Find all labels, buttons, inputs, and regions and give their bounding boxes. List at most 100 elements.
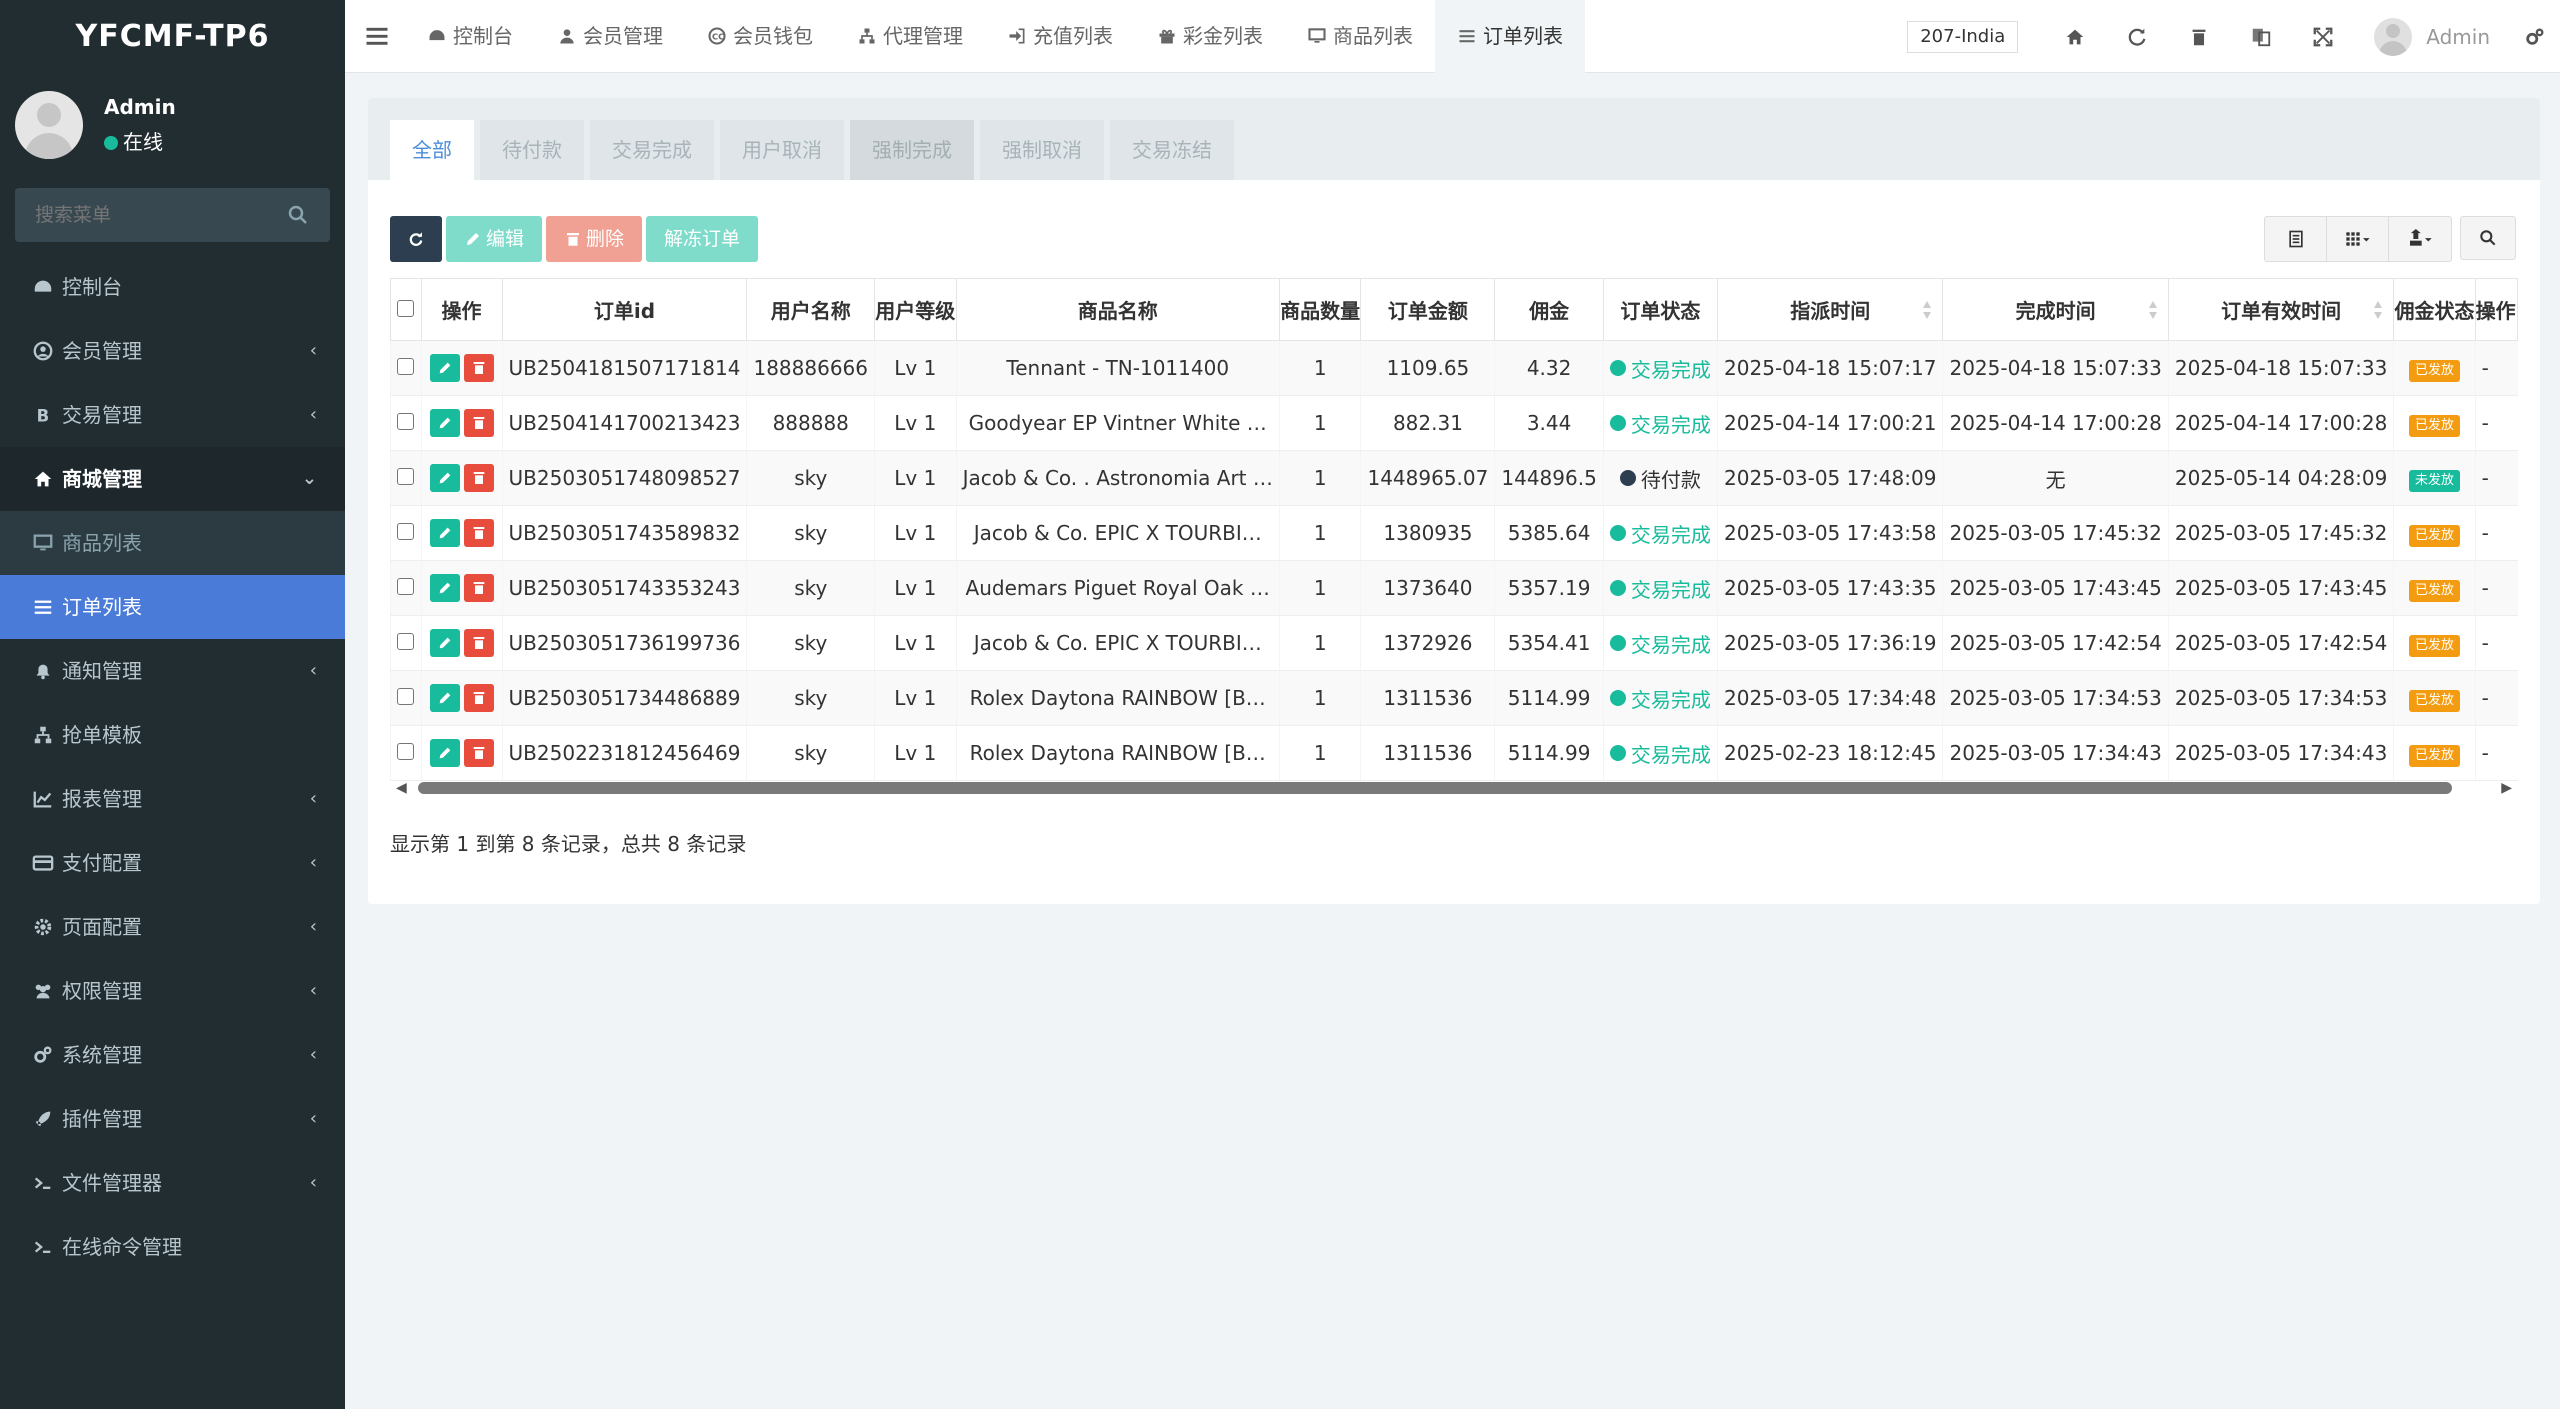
sidebar-item-13[interactable]: 插件管理‹ [0,1087,345,1151]
row-delete-button[interactable] [464,464,494,492]
sidebar-item-7[interactable]: 抢单模板 [0,703,345,767]
status-tab-5[interactable]: 强制取消 [980,120,1104,180]
export-dropdown[interactable] [2389,217,2451,261]
sidebar-search[interactable] [15,188,330,242]
row-edit-button[interactable] [430,739,460,767]
site-select[interactable]: 207-India [1907,21,2018,53]
row-edit-button[interactable] [430,574,460,602]
sidebar-item-15[interactable]: 在线命令管理 [0,1215,345,1279]
status-tab-1[interactable]: 待付款 [480,120,584,180]
table-row[interactable]: UB2504181507171814188886666Lv 1Tennant -… [391,341,2518,396]
search-icon[interactable] [286,203,310,227]
table-row[interactable]: UB2504141700213423888888Lv 1Goodyear EP … [391,396,2518,451]
status-tab-2[interactable]: 交易完成 [590,120,714,180]
nav-tab-5[interactable]: 彩金列表 [1135,0,1285,73]
edit-button[interactable]: 编辑 [446,216,542,262]
sidebar-item-5[interactable]: 订单列表 [0,575,345,639]
sidebar-item-1[interactable]: 会员管理‹ [0,319,345,383]
row-checkbox[interactable] [397,743,414,760]
row-checkbox[interactable] [397,578,414,595]
fullscreen-button[interactable] [2292,0,2354,73]
nav-tab-7[interactable]: 订单列表 [1435,0,1585,73]
language-button[interactable] [2230,0,2292,73]
row-delete-button[interactable] [464,629,494,657]
column-header[interactable]: 指派时间 [1718,279,1943,341]
menu-toggle-icon[interactable] [363,22,391,50]
row-edit-button[interactable] [430,354,460,382]
row-delete-button[interactable] [464,354,494,382]
row-checkbox[interactable] [397,523,414,540]
row-operation[interactable]: - [2475,726,2517,781]
table-row[interactable]: UB2502231812456469skyLv 1Rolex Daytona R… [391,726,2518,781]
sidebar-item-9[interactable]: 支付配置‹ [0,831,345,895]
nav-tab-3[interactable]: 代理管理 [835,0,985,73]
row-edit-button[interactable] [430,464,460,492]
unfreeze-order-button[interactable]: 解冻订单 [646,216,758,262]
row-delete-button[interactable] [464,409,494,437]
sidebar-item-0[interactable]: 控制台 [0,255,345,319]
nav-tab-6[interactable]: 商品列表 [1285,0,1435,73]
orders-table-container[interactable]: 操作订单id用户名称用户等级商品名称商品数量订单金额佣金订单状态指派时间完成时间… [390,278,2518,808]
status-tab-4[interactable]: 强制完成 [850,120,974,180]
status-tab-0[interactable]: 全部 [390,120,474,180]
menu-search-input[interactable] [15,188,265,242]
sidebar-item-2[interactable]: B交易管理‹ [0,383,345,447]
row-operation[interactable]: - [2475,671,2517,726]
clear-cache-button[interactable] [2168,0,2230,73]
scrollbar-thumb[interactable] [418,782,2452,794]
columns-dropdown[interactable] [2327,217,2389,261]
column-header[interactable]: 完成时间 [1943,279,2168,341]
row-operation[interactable]: - [2475,561,2517,616]
row-operation[interactable]: - [2475,616,2517,671]
sidebar-item-6[interactable]: 通知管理‹ [0,639,345,703]
row-delete-button[interactable] [464,684,494,712]
row-edit-button[interactable] [430,409,460,437]
table-row[interactable]: UB2503051743589832skyLv 1Jacob & Co. EPI… [391,506,2518,561]
nav-tab-0[interactable]: 控制台 [405,0,535,73]
nav-tab-4[interactable]: 充值列表 [985,0,1135,73]
column-header[interactable]: 订单有效时间 [2168,279,2393,341]
table-search-button[interactable] [2460,216,2516,260]
sidebar-item-14[interactable]: 文件管理器‹ [0,1151,345,1215]
home-button[interactable] [2044,0,2106,73]
row-delete-button[interactable] [464,519,494,547]
table-row[interactable]: UB2503051736199736skyLv 1Jacob & Co. EPI… [391,616,2518,671]
scroll-right-icon[interactable]: ▶ [2501,780,2512,796]
refresh-button[interactable] [2106,0,2168,73]
row-operation[interactable]: - [2475,451,2517,506]
app-logo[interactable]: YFCMF-TP6 [0,0,345,73]
sidebar-item-4[interactable]: 商品列表 [0,511,345,575]
row-operation[interactable]: - [2475,396,2517,451]
row-operation[interactable]: - [2475,341,2517,396]
row-checkbox[interactable] [397,358,414,375]
row-delete-button[interactable] [464,574,494,602]
row-edit-button[interactable] [430,629,460,657]
row-checkbox[interactable] [397,633,414,650]
table-row[interactable]: UB2503051734486889skyLv 1Rolex Daytona R… [391,671,2518,726]
row-edit-button[interactable] [430,684,460,712]
row-checkbox[interactable] [397,688,414,705]
row-delete-button[interactable] [464,739,494,767]
table-row[interactable]: UB2503051743353243skyLv 1Audemars Piguet… [391,561,2518,616]
sidebar-item-3[interactable]: 商城管理⌄ [0,447,345,511]
sidebar-item-10[interactable]: 页面配置‹ [0,895,345,959]
nav-tab-1[interactable]: 会员管理 [535,0,685,73]
delete-button[interactable]: 删除 [546,216,642,262]
status-tab-6[interactable]: 交易冻结 [1110,120,1234,180]
horizontal-scrollbar[interactable]: ◀ ▶ [390,778,2518,796]
toggle-view-button[interactable] [2265,217,2327,261]
table-row[interactable]: UB2503051748098527skyLv 1Jacob & Co. . A… [391,451,2518,506]
settings-button[interactable] [2510,0,2560,73]
refresh-button[interactable] [390,216,442,262]
nav-tab-2[interactable]: CC会员钱包 [685,0,835,73]
row-checkbox[interactable] [397,468,414,485]
row-checkbox[interactable] [397,413,414,430]
nav-user-menu[interactable]: Admin [2354,18,2510,56]
scroll-left-icon[interactable]: ◀ [396,780,407,796]
sidebar-item-8[interactable]: 报表管理‹ [0,767,345,831]
row-operation[interactable]: - [2475,506,2517,561]
sidebar-item-11[interactable]: 权限管理‹ [0,959,345,1023]
select-all-checkbox[interactable] [397,300,414,317]
row-edit-button[interactable] [430,519,460,547]
status-tab-3[interactable]: 用户取消 [720,120,844,180]
